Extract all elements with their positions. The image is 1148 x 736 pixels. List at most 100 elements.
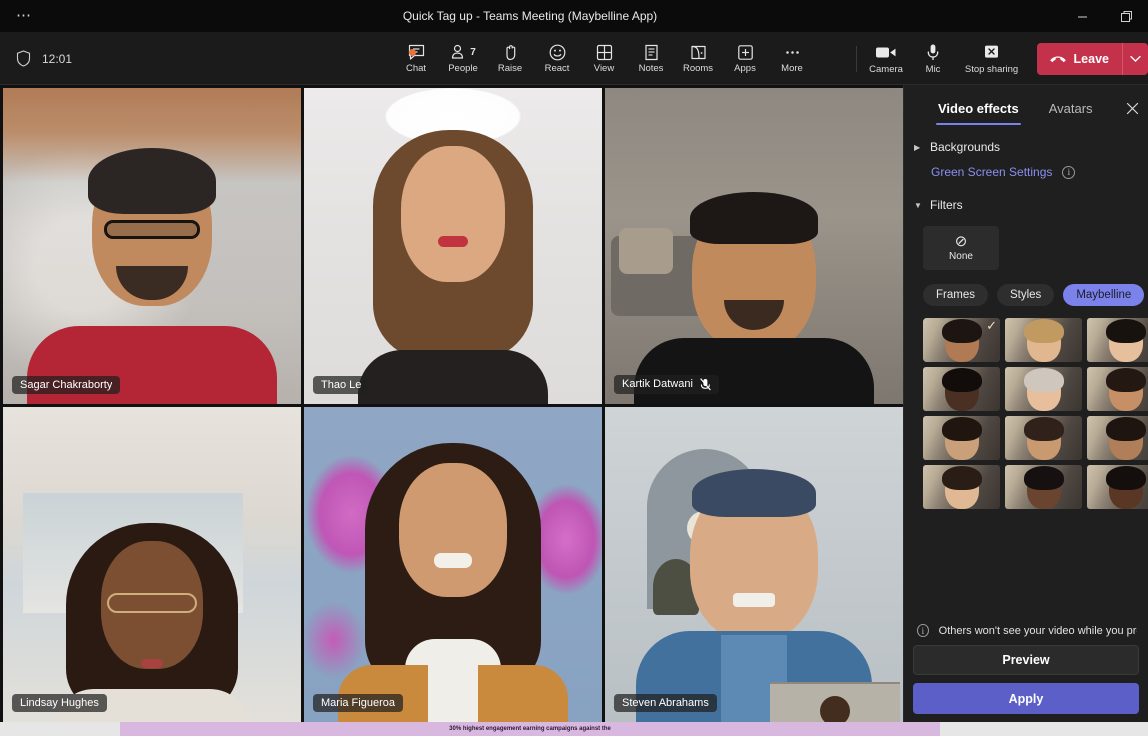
thumbnail-hair xyxy=(942,466,982,490)
minimize-button[interactable] xyxy=(1060,0,1104,32)
filter-thumbnail[interactable] xyxy=(1087,416,1148,460)
rooms-icon xyxy=(689,42,708,62)
video-grid: Sagar Chakraborty Thao Le xyxy=(0,85,903,722)
filter-thumbnail[interactable] xyxy=(923,416,1000,460)
filter-thumbnail[interactable] xyxy=(1005,416,1082,460)
video-tile-participant[interactable]: Lindsay Hughes xyxy=(3,407,301,723)
info-icon[interactable]: i xyxy=(1062,166,1075,179)
participant-name: Lindsay Hughes xyxy=(20,697,99,709)
filter-thumbnail[interactable] xyxy=(1005,318,1082,362)
green-screen-settings-link[interactable]: Green Screen Settings xyxy=(931,165,1052,179)
toolbar-button-stop-sharing[interactable]: Stop sharing xyxy=(957,35,1027,82)
filter-thumbnail[interactable] xyxy=(923,465,1000,509)
toolbar-label: Stop sharing xyxy=(965,65,1018,75)
tab-video-effects[interactable]: Video effects xyxy=(926,85,1031,131)
video-tile-participant[interactable]: Steven Abrahams xyxy=(605,407,903,723)
hang-up-icon xyxy=(1049,53,1067,64)
thumbnail-hair xyxy=(1024,417,1064,441)
ellipsis-icon[interactable]: ⋯ xyxy=(16,0,32,32)
toolbar-button-view[interactable]: View xyxy=(581,35,628,82)
toolbar-label: Chat xyxy=(406,64,426,74)
toolbar-label: Camera xyxy=(869,65,903,75)
toolbar-button-rooms[interactable]: Rooms xyxy=(675,35,722,82)
video-effects-panel: Video effects Avatars ▶ Backgrounds xyxy=(903,85,1148,722)
filter-thumbnail[interactable] xyxy=(1087,367,1148,411)
chat-unread-badge xyxy=(409,49,416,56)
preview-button-label: Preview xyxy=(1002,653,1049,667)
filter-thumbnail[interactable] xyxy=(1087,465,1148,509)
preview-button[interactable]: Preview xyxy=(913,645,1139,675)
toolbar-button-chat[interactable]: Chat xyxy=(393,35,440,82)
self-preview-thumbnail[interactable] xyxy=(770,682,900,722)
filter-thumbnail-grid: ✓ xyxy=(923,318,1148,509)
toolbar-button-notes[interactable]: Notes xyxy=(628,35,675,82)
tab-avatars[interactable]: Avatars xyxy=(1037,85,1105,131)
toolbar-label: People xyxy=(448,64,478,74)
toolbar-label: More xyxy=(781,64,803,74)
background-app-left-strip xyxy=(0,722,120,736)
filter-thumbnail[interactable] xyxy=(923,367,1000,411)
participant-video-feed xyxy=(304,88,602,404)
chevron-down-icon[interactable] xyxy=(1122,43,1148,75)
chip-maybelline[interactable]: Maybelline xyxy=(1063,284,1144,306)
section-backgrounds[interactable]: ▶ Backgrounds xyxy=(914,131,1148,163)
thumbnail-hair xyxy=(942,368,982,392)
toolbar-button-more[interactable]: More xyxy=(769,35,816,82)
chip-label: Styles xyxy=(1010,289,1041,301)
participant-name: Thao Le xyxy=(321,379,361,391)
command-bar-right: Camera Mic xyxy=(850,32,1148,85)
video-tile-participant[interactable]: Thao Le xyxy=(304,88,602,404)
selected-check-icon: ✓ xyxy=(986,319,997,332)
preview-warning: i Others won't see your video while you … xyxy=(913,616,1139,645)
restore-button[interactable] xyxy=(1104,0,1148,32)
toolbar-button-people[interactable]: 7 People xyxy=(440,35,487,82)
meeting-body: Sagar Chakraborty Thao Le xyxy=(0,85,1148,722)
toolbar-button-raise[interactable]: Raise xyxy=(487,35,534,82)
filter-option-none[interactable]: ⊘ None xyxy=(923,226,999,270)
leave-button[interactable]: Leave xyxy=(1037,43,1122,75)
meeting-elapsed-time: 12:01 xyxy=(42,52,72,66)
toolbar-button-apps[interactable]: Apps xyxy=(722,35,769,82)
toolbar-button-camera[interactable]: Camera xyxy=(863,35,910,82)
thumbnail-hair xyxy=(942,319,982,343)
command-bar-left: 12:01 xyxy=(16,32,72,85)
toolbar-button-mic[interactable]: Mic xyxy=(910,35,957,82)
thumbnail-hair xyxy=(942,417,982,441)
participant-name-chip: Kartik Datwani xyxy=(614,375,719,394)
tab-label: Avatars xyxy=(1049,101,1093,116)
tab-label: Video effects xyxy=(938,101,1019,116)
toolbar-label: Apps xyxy=(734,64,756,74)
video-tile-participant[interactable]: Kartik Datwani xyxy=(605,88,903,404)
thumbnail-hair xyxy=(1024,319,1064,343)
thumbnail-hair xyxy=(1024,368,1064,392)
panel-footer: i Others won't see your video while you … xyxy=(904,616,1148,722)
apply-button[interactable]: Apply xyxy=(913,683,1139,714)
filter-thumbnail[interactable]: ✓ xyxy=(923,318,1000,362)
filter-thumbnail[interactable] xyxy=(1087,318,1148,362)
toolbar-button-react[interactable]: React xyxy=(534,35,581,82)
meeting-command-bar: 12:01 Chat xyxy=(0,32,1148,85)
background-app-right-strip xyxy=(940,722,1148,736)
chat-icon xyxy=(407,42,426,62)
toolbar-label: Notes xyxy=(639,64,664,74)
toolbar-label: Rooms xyxy=(683,64,713,74)
view-grid-icon xyxy=(595,42,614,62)
participant-name: Sagar Chakraborty xyxy=(20,379,112,391)
stop-sharing-icon xyxy=(982,43,1001,63)
teams-meeting-window: ⋯ Quick Tag up - Teams Meeting (Maybelli… xyxy=(0,0,1148,722)
green-screen-settings-row[interactable]: Green Screen Settings i xyxy=(914,163,1148,189)
filter-thumbnail[interactable] xyxy=(1005,465,1082,509)
muted-mic-icon xyxy=(700,378,711,391)
chip-frames[interactable]: Frames xyxy=(923,284,988,306)
video-tile-participant[interactable]: Maria Figueroa xyxy=(304,407,602,723)
apply-button-label: Apply xyxy=(1009,692,1044,706)
section-filters[interactable]: ▼ Filters xyxy=(914,189,1148,221)
react-icon xyxy=(548,42,567,62)
window-title: Quick Tag up - Teams Meeting (Maybelline… xyxy=(0,9,1060,23)
close-icon[interactable] xyxy=(1121,97,1143,119)
chip-styles[interactable]: Styles xyxy=(997,284,1054,306)
video-tile-participant[interactable]: Sagar Chakraborty xyxy=(3,88,301,404)
participant-video-feed xyxy=(605,88,903,404)
filter-thumbnail[interactable] xyxy=(1005,367,1082,411)
participant-video-feed xyxy=(605,407,903,723)
